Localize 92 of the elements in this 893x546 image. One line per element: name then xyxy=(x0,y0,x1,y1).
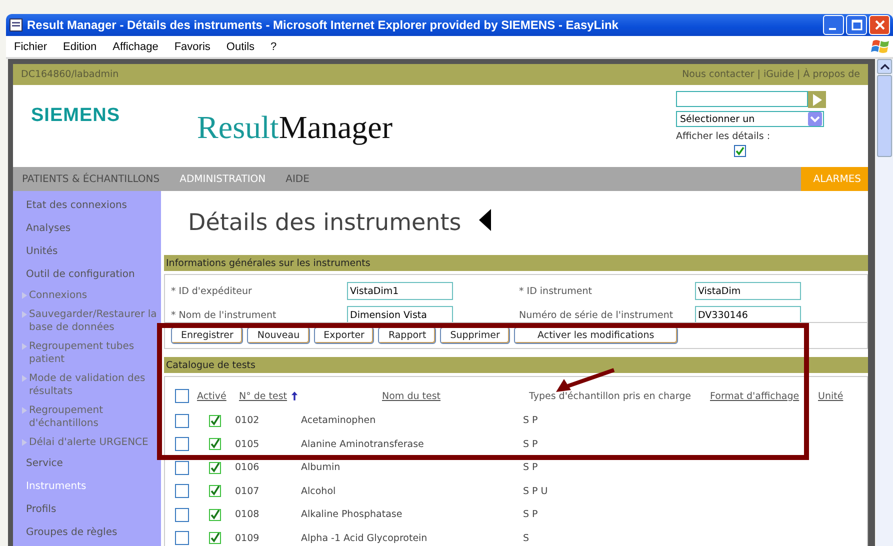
row-checkbox[interactable] xyxy=(175,414,189,428)
column-header-link[interactable]: N° de test xyxy=(239,390,288,402)
separator: | xyxy=(757,69,760,80)
row-checkbox[interactable] xyxy=(175,460,189,475)
details-checkbox[interactable] xyxy=(734,145,746,157)
field-label: * ID instrument xyxy=(519,286,594,296)
play-icon xyxy=(812,94,822,106)
table-cell: Albumin xyxy=(301,462,340,474)
triangle-icon xyxy=(22,343,27,350)
row-checkbox[interactable] xyxy=(175,437,189,452)
table-cell: 0108 xyxy=(235,509,260,520)
menu-item[interactable]: Favoris xyxy=(166,40,218,52)
scroll-up-icon xyxy=(880,64,890,70)
separator: | xyxy=(797,69,800,80)
input-field[interactable]: VistaDim xyxy=(695,282,801,300)
windows-flag-icon xyxy=(871,38,891,56)
active-checkbox[interactable] xyxy=(209,462,221,474)
go-button[interactable] xyxy=(808,91,826,108)
page-title: Détails des instruments xyxy=(188,210,462,236)
table-cell: S P xyxy=(523,438,538,450)
maximize-icon xyxy=(850,18,864,32)
field-label: * Nom de l'instrument xyxy=(171,310,278,320)
column-header-link[interactable]: Nom du test xyxy=(382,390,441,402)
menu-item[interactable]: Edition xyxy=(55,40,105,52)
active-checkbox[interactable] xyxy=(209,532,221,544)
triangle-icon xyxy=(22,439,27,446)
menu-item[interactable]: Fichier xyxy=(6,40,56,52)
action-button[interactable]: Nouveau xyxy=(247,327,310,344)
user-name: DC164860/labadmin xyxy=(21,69,119,80)
table-cell: S P xyxy=(523,415,538,426)
action-button[interactable]: Activer les modifications xyxy=(514,327,678,344)
table-cell: Alanine Aminotransferase xyxy=(301,438,424,450)
row-checkbox[interactable] xyxy=(175,531,189,546)
menu-item[interactable]: Outils xyxy=(218,40,263,52)
active-checkbox[interactable] xyxy=(209,438,221,450)
table-cell: Alcohol xyxy=(301,486,336,497)
table-cell: S xyxy=(523,532,530,544)
section-header: Catalogue de tests xyxy=(164,357,868,374)
column-header-link[interactable]: Format d'affichage xyxy=(710,390,800,402)
table-cell: S P xyxy=(523,509,538,520)
logo: SIEMENS xyxy=(31,105,120,127)
table-cell: 0106 xyxy=(235,462,260,474)
minimize-icon xyxy=(828,28,836,30)
row-checkbox[interactable] xyxy=(175,508,189,522)
field-label: * ID d'expéditeur xyxy=(171,286,253,296)
action-button[interactable]: Supprimer xyxy=(440,327,510,344)
minimize-button[interactable] xyxy=(823,15,844,35)
input-field[interactable]: DV330146 xyxy=(695,306,801,322)
details-label: Afficher les détails : xyxy=(676,131,772,142)
column-header-link[interactable]: Activé xyxy=(197,390,226,402)
column-title: Types d'échantillon pris en charge xyxy=(529,390,691,402)
input-field[interactable]: Dimension Vista xyxy=(347,306,453,322)
search-field[interactable] xyxy=(676,91,808,107)
product-name: ResultManager xyxy=(197,109,393,146)
triangle-icon xyxy=(22,311,27,318)
field-label: Numéro de série de l'instrument xyxy=(519,310,674,320)
table-cell: Alkaline Phosphatase xyxy=(301,509,402,520)
active-checkbox[interactable] xyxy=(209,485,221,498)
scrollbar[interactable] xyxy=(876,59,893,546)
input-field[interactable]: VistaDim1 xyxy=(347,282,453,300)
triangle-icon xyxy=(479,209,492,231)
menu-item[interactable]: Affichage xyxy=(104,40,166,52)
section-header: Informations générales sur les instruments xyxy=(164,255,868,272)
window-title: Result Manager - Détails des instruments - Microsoft Internet Explorer provided by SIEMENS - EasyLink xyxy=(27,18,620,32)
active-checkbox[interactable] xyxy=(209,414,221,427)
table-cell: S P xyxy=(523,462,538,474)
column-header-link[interactable]: Unité xyxy=(818,390,844,402)
active-checkbox[interactable] xyxy=(209,508,221,521)
row-checkbox[interactable] xyxy=(175,484,189,498)
page-icon xyxy=(9,18,23,32)
action-button[interactable]: Exporter xyxy=(314,327,374,344)
dropdown[interactable]: Sélectionner un xyxy=(676,111,824,127)
scroll-thumb[interactable] xyxy=(877,75,892,157)
action-button[interactable]: Enregistrer xyxy=(171,327,244,344)
triangle-icon xyxy=(22,292,27,299)
table-cell: S P U xyxy=(523,486,548,497)
table-cell: Acetaminophen xyxy=(301,415,376,426)
table-cell: 0105 xyxy=(235,438,260,450)
table-cell: 0109 xyxy=(235,532,260,544)
triangle-icon xyxy=(22,375,27,382)
maximize-button[interactable] xyxy=(846,15,867,35)
table-cell: 0102 xyxy=(235,415,260,426)
menu-item[interactable]: ? xyxy=(262,40,285,52)
action-button[interactable]: Rapport xyxy=(378,327,436,344)
nav-tab[interactable]: AIDE xyxy=(276,174,318,184)
table-cell: 0107 xyxy=(235,486,260,497)
select-all-checkbox[interactable] xyxy=(175,389,189,403)
triangle-icon xyxy=(22,407,27,414)
close-button[interactable] xyxy=(869,15,890,35)
table-cell: Alpha -1 Acid Glycoprotein xyxy=(301,532,428,544)
close-icon xyxy=(872,18,886,32)
nav-tab[interactable]: PATIENTS & ÉCHANTILLONS xyxy=(13,174,169,184)
